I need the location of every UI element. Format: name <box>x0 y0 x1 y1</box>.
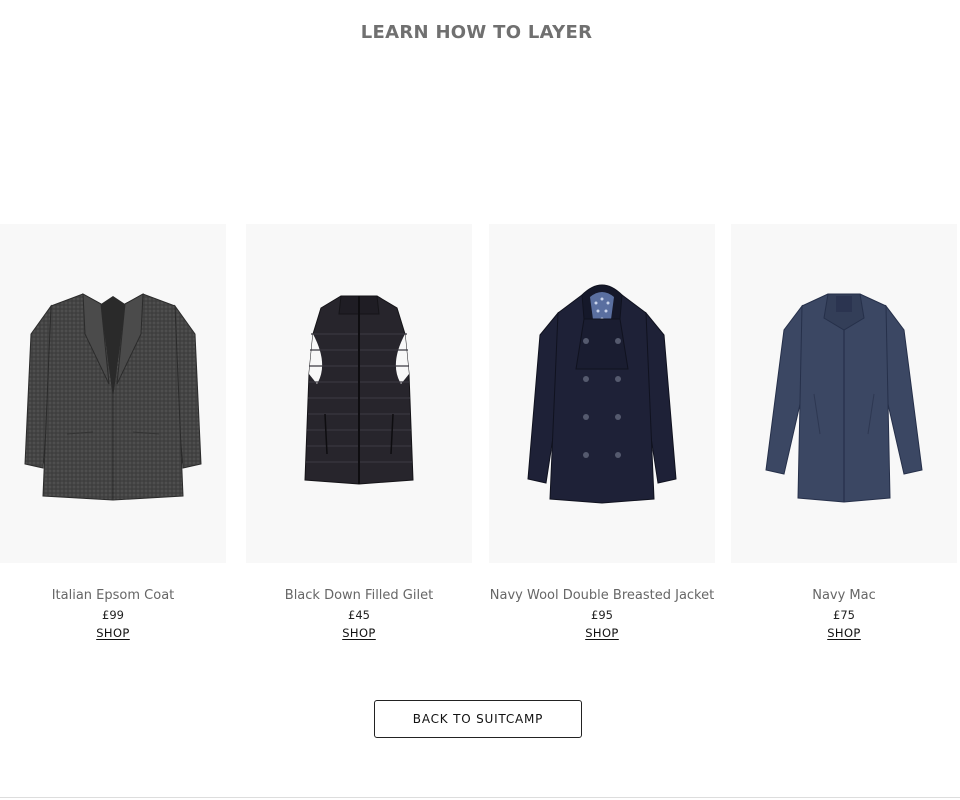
product-price: £75 <box>833 608 855 622</box>
product-price: £95 <box>591 608 613 622</box>
footer-divider <box>0 797 960 798</box>
product-name: Black Down Filled Gilet <box>284 588 434 603</box>
back-to-suitcamp-button[interactable]: BACK TO SUITCAMP <box>374 700 582 738</box>
product-image-black-gilet[interactable] <box>246 224 472 563</box>
navy-mac-image <box>765 293 923 503</box>
shop-link[interactable]: SHOP <box>342 626 376 640</box>
product-name: Navy Mac <box>812 588 876 603</box>
product-image-navy-peacoat[interactable] <box>489 224 715 563</box>
product-price: £99 <box>102 608 124 622</box>
shop-link[interactable]: SHOP <box>827 626 861 640</box>
product-name: Navy Wool Double Breasted Jacket <box>489 588 715 603</box>
product-card-italian-epsom-coat: Italian Epsom Coat £99 SHOP <box>0 224 226 640</box>
page-title: LEARN HOW TO LAYER <box>360 22 593 43</box>
product-name: Italian Epsom Coat <box>51 588 175 603</box>
black-gilet-image <box>304 295 414 485</box>
shop-link[interactable]: SHOP <box>96 626 130 640</box>
product-image-grey-overcoat[interactable] <box>0 224 226 563</box>
shop-link[interactable]: SHOP <box>585 626 619 640</box>
product-image-navy-mac[interactable] <box>731 224 957 563</box>
navy-peacoat-image <box>527 284 677 504</box>
product-price: £45 <box>348 608 370 622</box>
product-card-black-down-filled-gilet: Black Down Filled Gilet £45 SHOP <box>246 224 472 640</box>
grey-overcoat-image <box>24 292 202 501</box>
product-card-navy-wool-double-breasted-jacket: Navy Wool Double Breasted Jacket £95 SHO… <box>489 224 715 640</box>
product-card-navy-mac: Navy Mac £75 SHOP <box>731 224 957 640</box>
